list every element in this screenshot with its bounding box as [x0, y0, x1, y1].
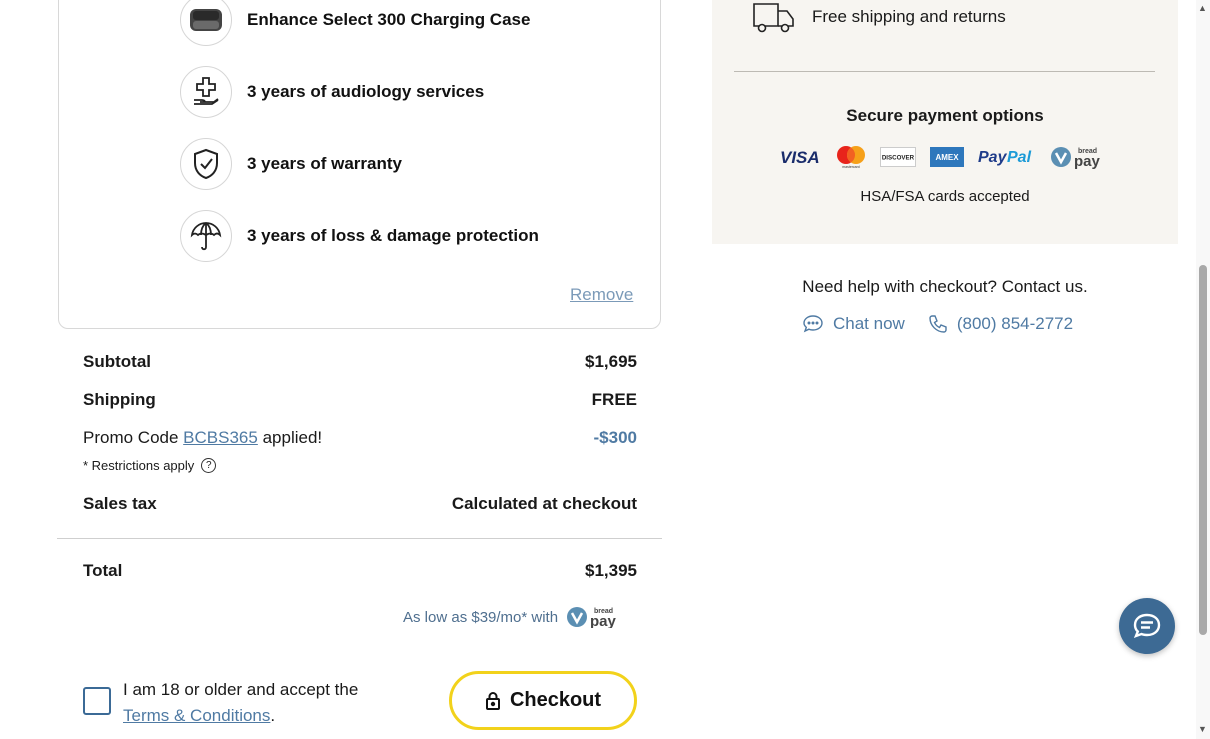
consent-text: I am 18 or older and accept the Terms & … [123, 677, 358, 729]
shipping-value: FREE [592, 390, 637, 410]
tax-value: Calculated at checkout [452, 494, 637, 514]
chat-fab-button[interactable] [1119, 598, 1175, 654]
remove-link[interactable]: Remove [570, 285, 633, 305]
help-text: Need help with checkout? Contact us. [712, 277, 1178, 297]
hand-cross-icon [180, 66, 232, 118]
promo-text: Promo Code BCBS365 applied! [83, 428, 322, 448]
subtotal-row: Subtotal $1,695 [83, 352, 637, 372]
phone-icon [928, 314, 948, 334]
consent-period: . [270, 706, 275, 725]
svg-text:Pal: Pal [1007, 149, 1032, 166]
phone-link[interactable]: (800) 854-2772 [928, 314, 1073, 334]
bread-pay-logo: breadpay [566, 606, 620, 628]
scroll-down-arrow-icon[interactable]: ▼ [1198, 724, 1207, 734]
promo-code-link[interactable]: BCBS365 [183, 428, 258, 447]
tax-row: Sales tax Calculated at checkout [83, 494, 637, 514]
amex-logo: AMEX [930, 147, 964, 167]
restrictions-text: * Restrictions apply [83, 458, 194, 473]
chat-now-label: Chat now [833, 314, 905, 334]
mastercard-logo: mastercard [836, 145, 866, 169]
feature-item: 3 years of loss & damage protection [180, 209, 539, 263]
charging-case-icon [180, 0, 232, 46]
scrollbar-thumb[interactable] [1199, 265, 1207, 635]
feature-label: 3 years of audiology services [247, 82, 484, 102]
age-consent-checkbox[interactable] [83, 687, 111, 715]
hsa-note: HSA/FSA cards accepted [712, 188, 1178, 205]
svg-text:pay: pay [1074, 153, 1101, 169]
panel-divider [734, 71, 1155, 72]
divider [57, 538, 662, 539]
financing-note: As low as $39/mo* with breadpay [403, 606, 620, 628]
question-icon[interactable]: ? [201, 458, 216, 473]
chat-icon [1132, 613, 1162, 639]
visa-logo: VISA [780, 147, 822, 167]
paypal-logo: PayPal [978, 147, 1036, 167]
truck-icon [752, 0, 796, 34]
shipping-text: Free shipping and returns [812, 7, 1006, 27]
feature-item: 3 years of warranty [180, 137, 402, 191]
restrictions-note: * Restrictions apply ? [83, 458, 216, 473]
shipping-label: Shipping [83, 390, 156, 410]
svg-text:AMEX: AMEX [935, 153, 959, 162]
discover-logo: DISCOVER [880, 147, 916, 167]
feature-label: 3 years of warranty [247, 154, 402, 174]
phone-number: (800) 854-2772 [957, 314, 1073, 334]
feature-item: 3 years of audiology services [180, 65, 484, 119]
svg-text:DISCOVER: DISCOVER [882, 155, 915, 162]
consent-label: I am 18 or older and accept the [123, 680, 358, 699]
subtotal-label: Subtotal [83, 352, 151, 372]
svg-text:VISA: VISA [780, 148, 820, 167]
svg-text:mastercard: mastercard [842, 165, 860, 169]
tax-label: Sales tax [83, 494, 157, 514]
contact-options: Chat now (800) 854-2772 [802, 314, 1096, 334]
terms-link[interactable]: Terms & Conditions [123, 706, 270, 725]
payment-logos: VISA mastercard DISCOVER AMEX PayPal bre… [780, 145, 1116, 169]
subtotal-value: $1,695 [585, 352, 637, 372]
shield-check-icon [180, 138, 232, 190]
scroll-up-arrow-icon[interactable]: ▲ [1198, 3, 1207, 13]
svg-text:pay: pay [590, 613, 617, 628]
total-row: Total $1,395 [83, 561, 637, 581]
feature-item: Enhance Select 300 Charging Case [180, 0, 530, 47]
chat-now-link[interactable]: Chat now [802, 314, 905, 334]
shipping-info: Free shipping and returns [752, 0, 1006, 34]
bread-pay-logo: breadpay [1050, 145, 1102, 169]
checkout-label: Checkout [510, 689, 601, 712]
promo-value: -$300 [594, 428, 637, 448]
shipping-row: Shipping FREE [83, 390, 637, 410]
feature-label: Enhance Select 300 Charging Case [247, 10, 530, 30]
svg-text:Pay: Pay [978, 149, 1008, 166]
lock-icon [485, 691, 501, 710]
total-value: $1,395 [585, 561, 637, 581]
promo-row: Promo Code BCBS365 applied! -$300 [83, 428, 637, 448]
feature-label: 3 years of loss & damage protection [247, 226, 539, 246]
secure-payment-title: Secure payment options [712, 106, 1178, 126]
promo-suffix: applied! [263, 428, 323, 447]
umbrella-icon [180, 210, 232, 262]
total-label: Total [83, 561, 122, 581]
chat-bubble-icon [802, 314, 824, 334]
checkout-button[interactable]: Checkout [449, 671, 637, 730]
financing-text: As low as $39/mo* with [403, 609, 558, 626]
promo-prefix: Promo Code [83, 428, 178, 447]
